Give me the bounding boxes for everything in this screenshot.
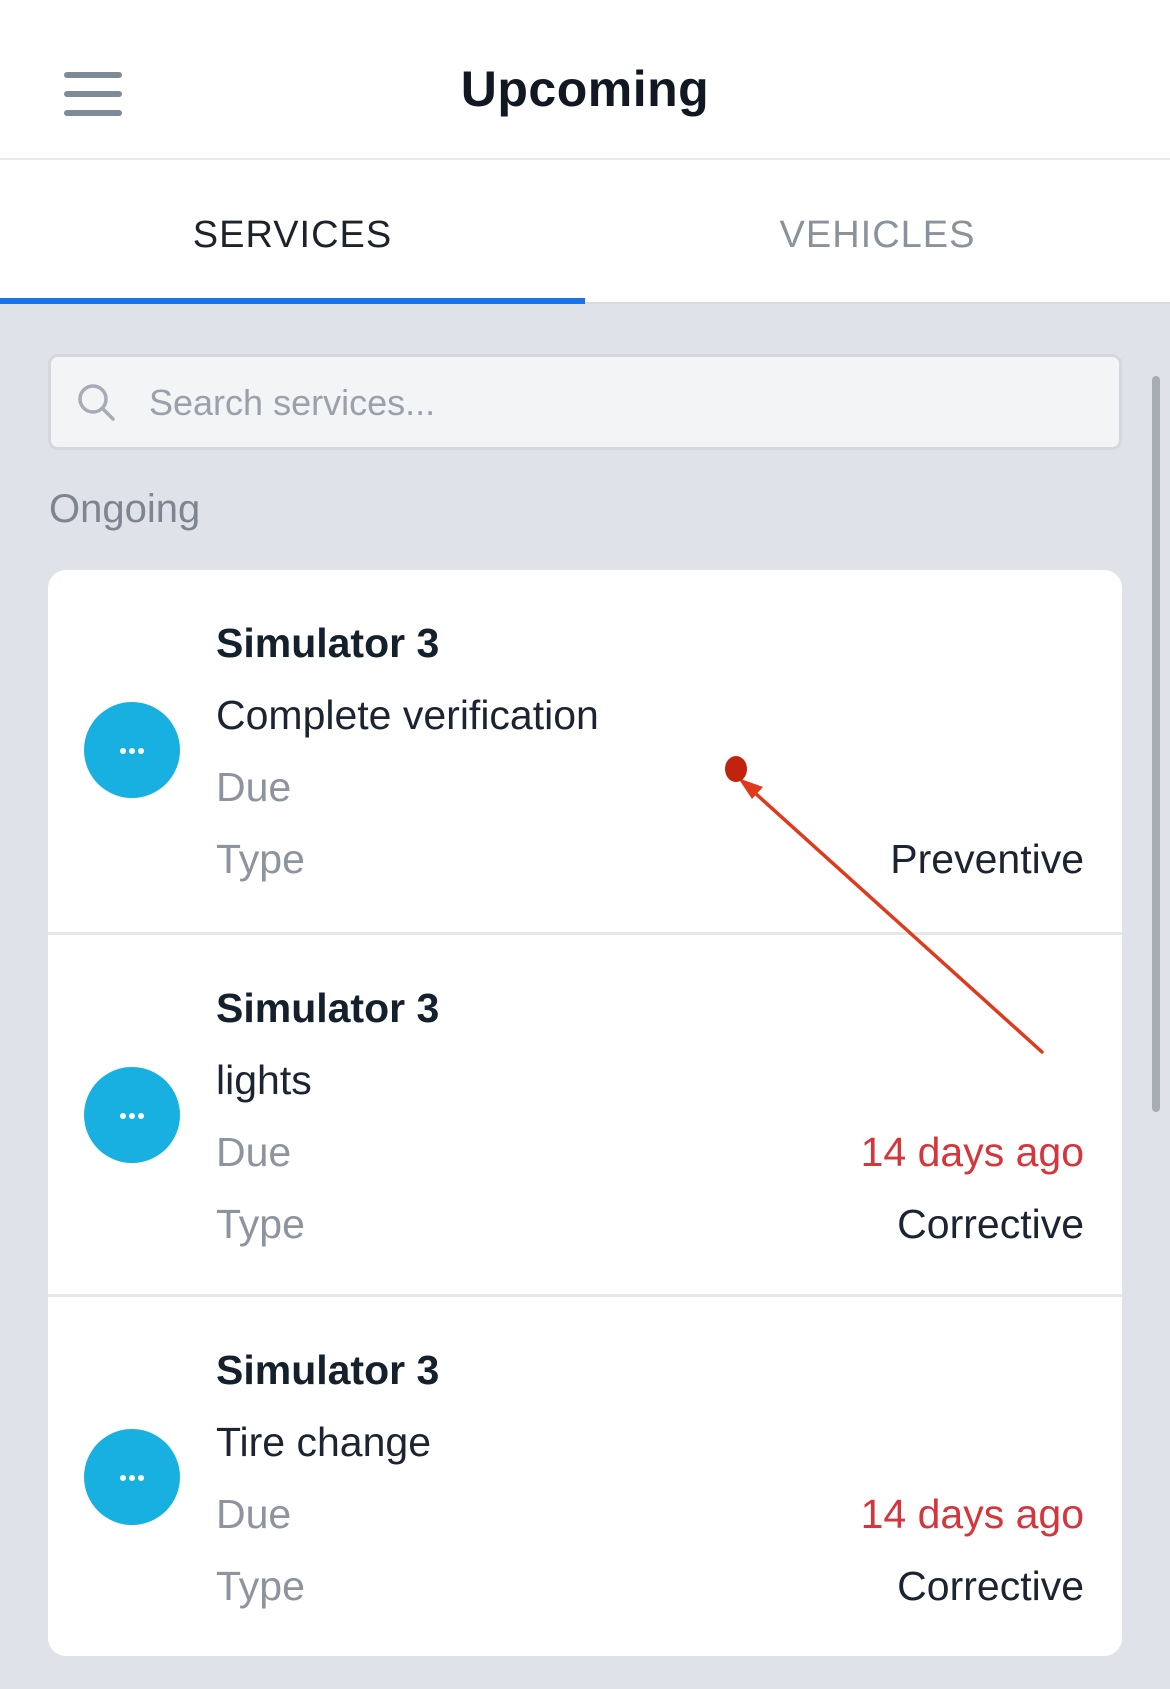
search-icon (78, 384, 115, 421)
type-label: Type (216, 1201, 305, 1247)
type-label: Type (216, 836, 305, 882)
app-header: Upcoming (0, 0, 1170, 160)
service-task: lights (216, 1057, 312, 1103)
more-dots-icon[interactable] (84, 702, 180, 798)
tab-services[interactable]: SERVICES (0, 160, 585, 302)
active-tab-indicator (0, 298, 585, 304)
tab-bar: SERVICES VEHICLES (0, 160, 1170, 304)
search-box[interactable] (48, 354, 1122, 450)
search-input[interactable] (147, 357, 1091, 449)
due-label: Due (216, 1129, 292, 1175)
scrollbar[interactable] (1152, 376, 1160, 1112)
service-vehicle: Simulator 3 (216, 620, 440, 666)
due-value: 14 days ago (860, 1491, 1084, 1537)
service-vehicle: Simulator 3 (216, 985, 440, 1031)
due-value: 14 days ago (860, 1129, 1084, 1175)
service-card[interactable]: Simulator 3 Tire change Due 14 days ago … (48, 1294, 1122, 1656)
due-label: Due (216, 764, 292, 810)
more-dots-icon[interactable] (84, 1067, 180, 1163)
type-label: Type (216, 1563, 305, 1609)
more-dots-icon[interactable] (84, 1429, 180, 1525)
due-label: Due (216, 1491, 292, 1537)
page-title: Upcoming (460, 61, 710, 117)
type-value: Corrective (897, 1201, 1084, 1247)
service-task: Complete verification (216, 692, 599, 738)
service-card[interactable]: Simulator 3 Complete verification Due Ty… (48, 570, 1122, 932)
service-list: Simulator 3 Complete verification Due Ty… (48, 570, 1122, 1656)
service-card[interactable]: Simulator 3 lights Due 14 days ago Type … (48, 932, 1122, 1294)
section-label-ongoing: Ongoing (49, 487, 201, 531)
type-value: Preventive (890, 836, 1084, 882)
type-value: Corrective (897, 1563, 1084, 1609)
service-task: Tire change (216, 1419, 431, 1465)
tab-vehicles[interactable]: VEHICLES (585, 160, 1170, 302)
service-vehicle: Simulator 3 (216, 1347, 440, 1393)
